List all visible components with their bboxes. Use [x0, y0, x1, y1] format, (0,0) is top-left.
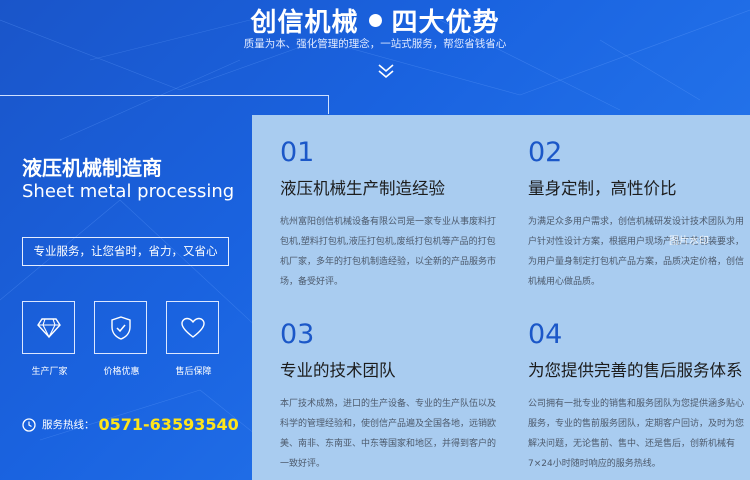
advantage-description: 公司拥有一批专业的销售和服务团队为您提供涵多贴心服务，专业的售前服务团队，定期客…: [528, 399, 745, 469]
tagline-box: 专业服务，让您省时，省力，又省心: [22, 237, 229, 266]
feature-label: 价格优惠: [103, 367, 140, 377]
advantage-title: 液压机械生产制造经验: [280, 179, 445, 198]
diamond-icon: [36, 317, 61, 338]
advantage-title: 为您提供完善的售后服务体系: [528, 361, 743, 380]
title-dot-icon: [368, 14, 382, 27]
feature-label: 售后保障: [175, 367, 212, 377]
advantage-description: 本厂技术成熟，进口的生产设备、专业的生产队伍以及科学的管理经验和，使创信产品遍及…: [280, 399, 497, 469]
advantage-description: 为满足众多用户需求，创信机械研发设计技术团队为用户针对性设计方案，根据用户现场产…: [528, 217, 745, 287]
advantage-card-03: 03 专业的技术团队 本厂技术成熟，进口的生产设备、专业的生产队伍以及科学的管理…: [280, 321, 505, 474]
advantage-title: 专业的技术团队: [280, 361, 396, 380]
section-subtitle: 质量为本、强化管理的理念，一站式服务，帮您省钱省心: [243, 38, 507, 50]
advantage-number: 03: [280, 319, 315, 350]
advantage-card-01: 01 液压机械生产制造经验 杭州富阳创信机械设备有限公司是一家专业从事废料打包机…: [280, 139, 505, 292]
feature-box: [166, 301, 219, 354]
advantage-card-04: 04 为您提供完善的售后服务体系 公司拥有一批专业的销售和服务团队为您提供涵多贴…: [528, 321, 750, 474]
advantages-section: 创信机械 四大优势 质量为本、强化管理的理念，一站式服务，帮您省钱省心 液压机械制…: [0, 0, 750, 480]
feature-label: 生产厂家: [31, 367, 68, 377]
advantage-number: 02: [528, 137, 563, 168]
hotline-number[interactable]: 0571-63593540: [99, 415, 239, 434]
advantage-number: 04: [528, 319, 563, 350]
advantage-card-02: 02 量身定制，高性价比 为满足众多用户需求，创信机械研发设计技术团队为用户针对…: [528, 139, 750, 292]
service-hotline: 服务热线： 0571-63593540: [22, 415, 239, 434]
clock-icon: [22, 417, 36, 432]
section-title: 创信机械 四大优势: [250, 8, 500, 38]
feature-manufacturer: 生产厂家: [22, 301, 77, 377]
advantages-panel: 01 液压机械生产制造经验 杭州富阳创信机械设备有限公司是一家专业从事废料打包机…: [252, 115, 750, 480]
feature-aftersales: 售后保障: [166, 301, 221, 377]
advantage-title: 量身定制，高性价比: [528, 179, 677, 198]
feature-box: [22, 301, 75, 354]
advantage-description: 杭州富阳创信机械设备有限公司是一家专业从事废料打包机,塑料打包机,液压打包机,废…: [280, 217, 497, 287]
advantage-number: 01: [280, 137, 315, 168]
left-title: 液压机械制造商: [22, 156, 162, 180]
shield-check-icon: [110, 315, 131, 340]
feature-price: 价格优惠: [94, 301, 149, 377]
heart-icon: [180, 317, 205, 338]
watermark: 图片水印: [669, 236, 709, 247]
double-chevron-down-icon: [378, 64, 394, 79]
panel-frame: [0, 95, 329, 114]
feature-box: [94, 301, 147, 354]
hotline-label: 服务热线：: [42, 419, 95, 431]
left-subtitle-en: Sheet metal processing: [22, 181, 235, 202]
